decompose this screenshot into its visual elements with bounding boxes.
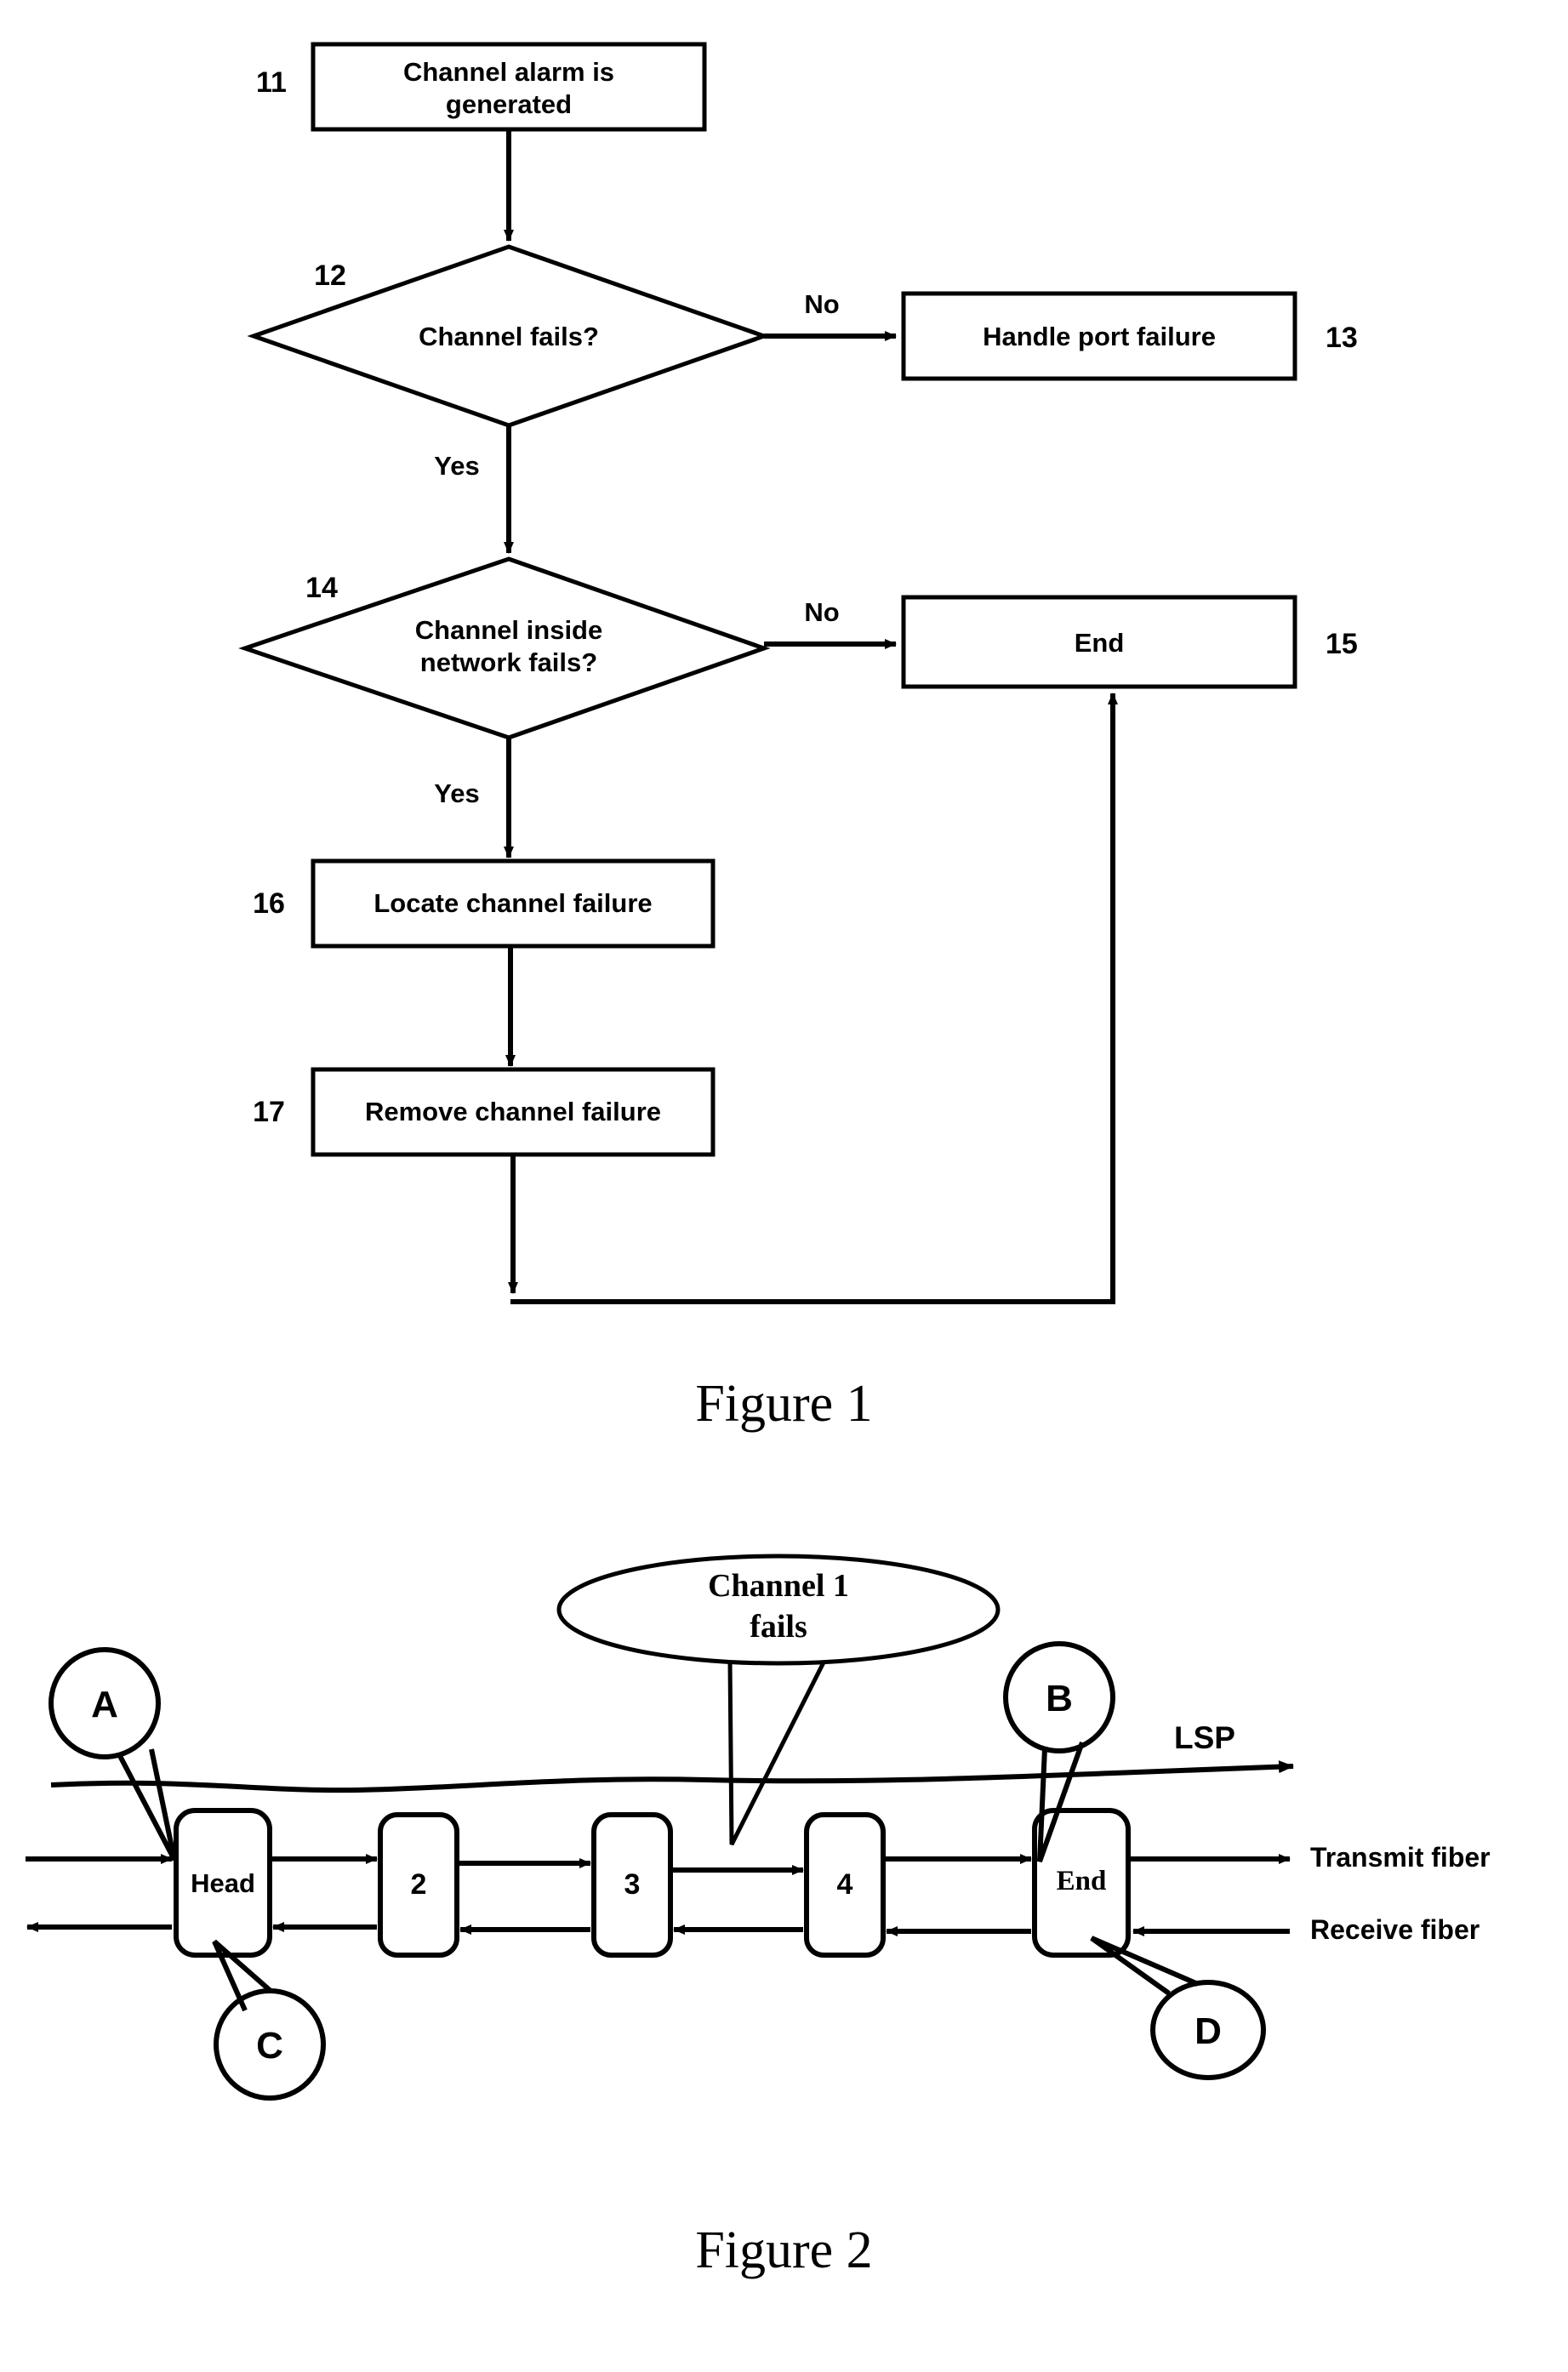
node-2-label: 2 [410, 1868, 427, 1901]
marker-label-A: A [91, 1684, 118, 1725]
ref-number-12: 12 [314, 259, 346, 292]
node-end-label: End [1056, 1866, 1107, 1896]
flow-box-15-label: End [1074, 628, 1125, 658]
edge-label-12-no: No [804, 289, 840, 319]
figure2-caption: Figure 2 [695, 2221, 873, 2279]
marker-label-B: B [1046, 1678, 1073, 1719]
ref-number-16: 16 [253, 887, 285, 920]
node-3-label: 3 [624, 1868, 641, 1901]
drawing-canvas [26, 42, 1297, 2101]
lsp-path [50, 1760, 1294, 1793]
flow-box-17-label: Remove channel failure [364, 1097, 661, 1126]
flow-box-16-label: Locate channel failure [373, 888, 653, 918]
flow-decision-14-line2: network fails? [419, 647, 598, 677]
ref-number-14: 14 [305, 572, 338, 604]
ref-number-15: 15 [1326, 628, 1358, 660]
callout-line2: fails [750, 1609, 807, 1645]
ref-number-11: 11 [256, 66, 287, 99]
flow-box-11-line2: generated [445, 89, 573, 119]
flow-box-11-label: Channel alarm is generated [313, 56, 704, 121]
marker-leader-B [1037, 1741, 1085, 1863]
flow-box-11-line1: Channel alarm is [402, 57, 615, 87]
figure1-caption: Figure 1 [695, 1375, 873, 1433]
lsp-label: LSP [1174, 1720, 1235, 1755]
marker-label-D: D [1195, 2010, 1222, 2052]
patent-drawing-page: 11 Channel alarm is generated 12 Channel… [0, 0, 1568, 2372]
edge-label-14-no: No [804, 597, 840, 627]
receive-fiber-label: Receive fiber [1310, 1914, 1480, 1945]
ref-number-13: 13 [1326, 322, 1358, 354]
ref-number-17: 17 [253, 1096, 285, 1128]
edge-label-12-yes: Yes [434, 451, 480, 481]
flow-box-13-label: Handle port failure [983, 322, 1216, 351]
edge-label-14-yes: Yes [434, 778, 480, 808]
callout-tail [727, 1660, 826, 1846]
marker-label-C: C [256, 2025, 283, 2067]
flow-decision-12-label: Channel fails? [419, 322, 599, 351]
transmit-fiber-label: Transmit fiber [1310, 1842, 1491, 1873]
flow-decision-14-label: Channel inside network fails? [381, 614, 636, 679]
flow-decision-14-line1: Channel inside [414, 615, 603, 645]
callout-line1: Channel 1 [708, 1568, 849, 1604]
callout-label: Channel 1 fails [559, 1565, 998, 1647]
node-head-label: Head [191, 1868, 255, 1898]
node-4-label: 4 [836, 1868, 853, 1901]
marker-leader-A [117, 1748, 177, 1862]
